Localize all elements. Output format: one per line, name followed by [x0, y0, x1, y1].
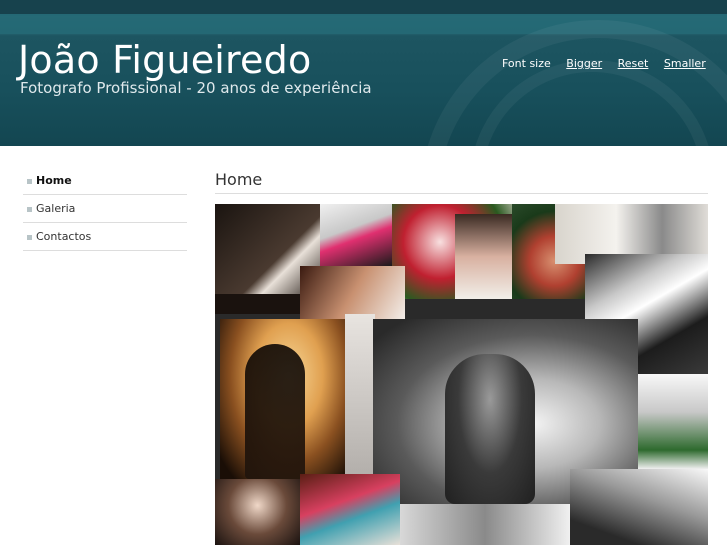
font-bigger-link[interactable]: Bigger: [566, 57, 602, 70]
sidebar-item-contactos[interactable]: Contactos: [23, 223, 187, 251]
font-smaller-link[interactable]: Smaller: [664, 57, 706, 70]
bullet-icon: [27, 179, 32, 184]
header-top-band: [0, 0, 727, 14]
photo-tile: [455, 214, 515, 299]
site-header: João Figueiredo Fotografo Profissional -…: [0, 0, 727, 146]
photo-tile: [445, 354, 535, 504]
font-size-label: Font size: [502, 57, 551, 70]
site-title: João Figueiredo: [18, 38, 312, 82]
photo-tile: [320, 204, 392, 266]
photo-tile: [215, 294, 300, 314]
sidebar-item-home[interactable]: Home: [23, 167, 187, 195]
photo-tile: [638, 374, 708, 469]
photo-tile: [300, 474, 400, 545]
wedding-photo-collage: [215, 204, 708, 545]
sidebar-item-label: Galeria: [36, 202, 76, 215]
sidebar-item-label: Contactos: [36, 230, 92, 243]
photo-tile: [300, 266, 405, 321]
bullet-icon: [27, 235, 32, 240]
photo-tile: [245, 344, 305, 479]
site-subtitle: Fotografo Profissional - 20 anos de expe…: [20, 79, 372, 97]
sidebar-item-label: Home: [36, 174, 72, 187]
photo-tile: [215, 479, 300, 545]
bullet-icon: [27, 207, 32, 212]
sidebar-item-galeria[interactable]: Galeria: [23, 195, 187, 223]
page-title: Home: [215, 167, 708, 194]
photo-tile: [570, 469, 708, 545]
font-size-controls: Font size Bigger Reset Smaller: [502, 57, 712, 70]
sidebar-nav: Home Galeria Contactos: [23, 167, 187, 251]
photo-tile: [400, 504, 570, 545]
font-reset-link[interactable]: Reset: [618, 57, 649, 70]
photo-tile: [345, 314, 375, 484]
main-content: Home: [215, 167, 708, 194]
